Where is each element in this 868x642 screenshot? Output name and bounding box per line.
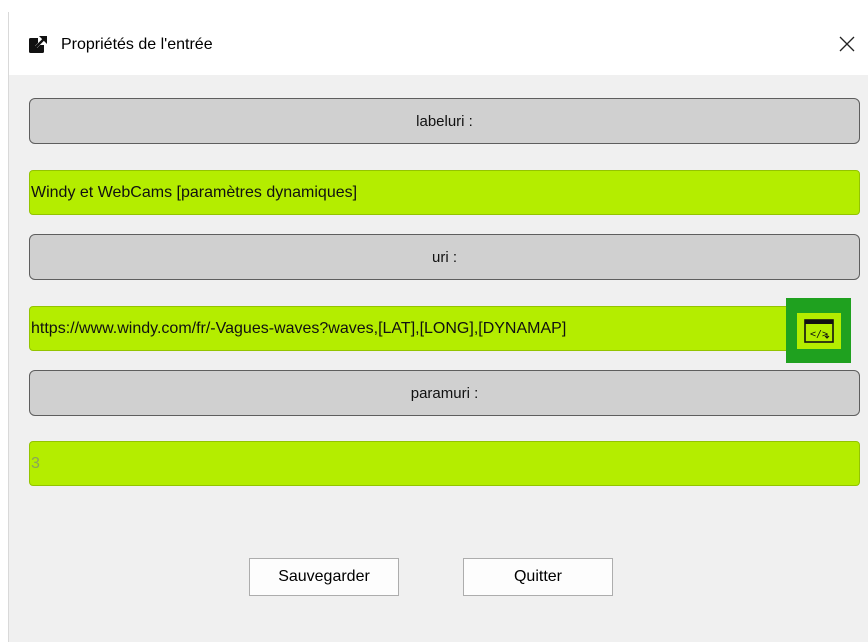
background-window-strip: ―― ― ―――― ―――――― <box>0 0 868 12</box>
labeluri-label-button[interactable]: labeluri : <box>29 98 860 144</box>
uri-input[interactable]: https://www.windy.com/fr/-Vagues-waves?w… <box>29 306 794 351</box>
uri-value: https://www.windy.com/fr/-Vagues-waves?w… <box>31 319 567 337</box>
paramuri-input[interactable]: 3 <box>29 441 860 486</box>
quit-button[interactable]: Quitter <box>463 558 613 596</box>
uri-label: uri : <box>431 248 457 266</box>
external-link-icon <box>27 34 49 56</box>
close-button[interactable] <box>827 26 867 62</box>
quit-button-label: Quitter <box>513 568 562 585</box>
paramuri-label-button[interactable]: paramuri : <box>29 370 860 416</box>
labeluri-input[interactable]: Windy et WebCams [paramètres dynamiques] <box>29 170 860 215</box>
close-icon[interactable] <box>838 35 856 53</box>
paramuri-value: 3 <box>31 454 40 472</box>
save-button[interactable]: Sauvegarder <box>249 558 399 596</box>
labeluri-value: Windy et WebCams [paramètres dynamiques] <box>31 183 358 201</box>
uri-label-button[interactable]: uri : <box>29 234 860 280</box>
code-insert-icon[interactable]: </> <box>803 318 834 343</box>
save-button-label: Sauvegarder <box>278 568 370 585</box>
window-title: Propriétés de l'entrée <box>61 36 213 53</box>
titlebar: Propriétés de l'entrée <box>9 12 868 75</box>
labeluri-label: labeluri : <box>416 112 473 130</box>
properties-dialog: Propriétés de l'entrée labeluri : Windy … <box>8 12 868 642</box>
paramuri-label: paramuri : <box>410 384 479 402</box>
code-insert-button[interactable]: </> <box>786 298 851 363</box>
svg-text:</>: </> <box>810 329 828 340</box>
